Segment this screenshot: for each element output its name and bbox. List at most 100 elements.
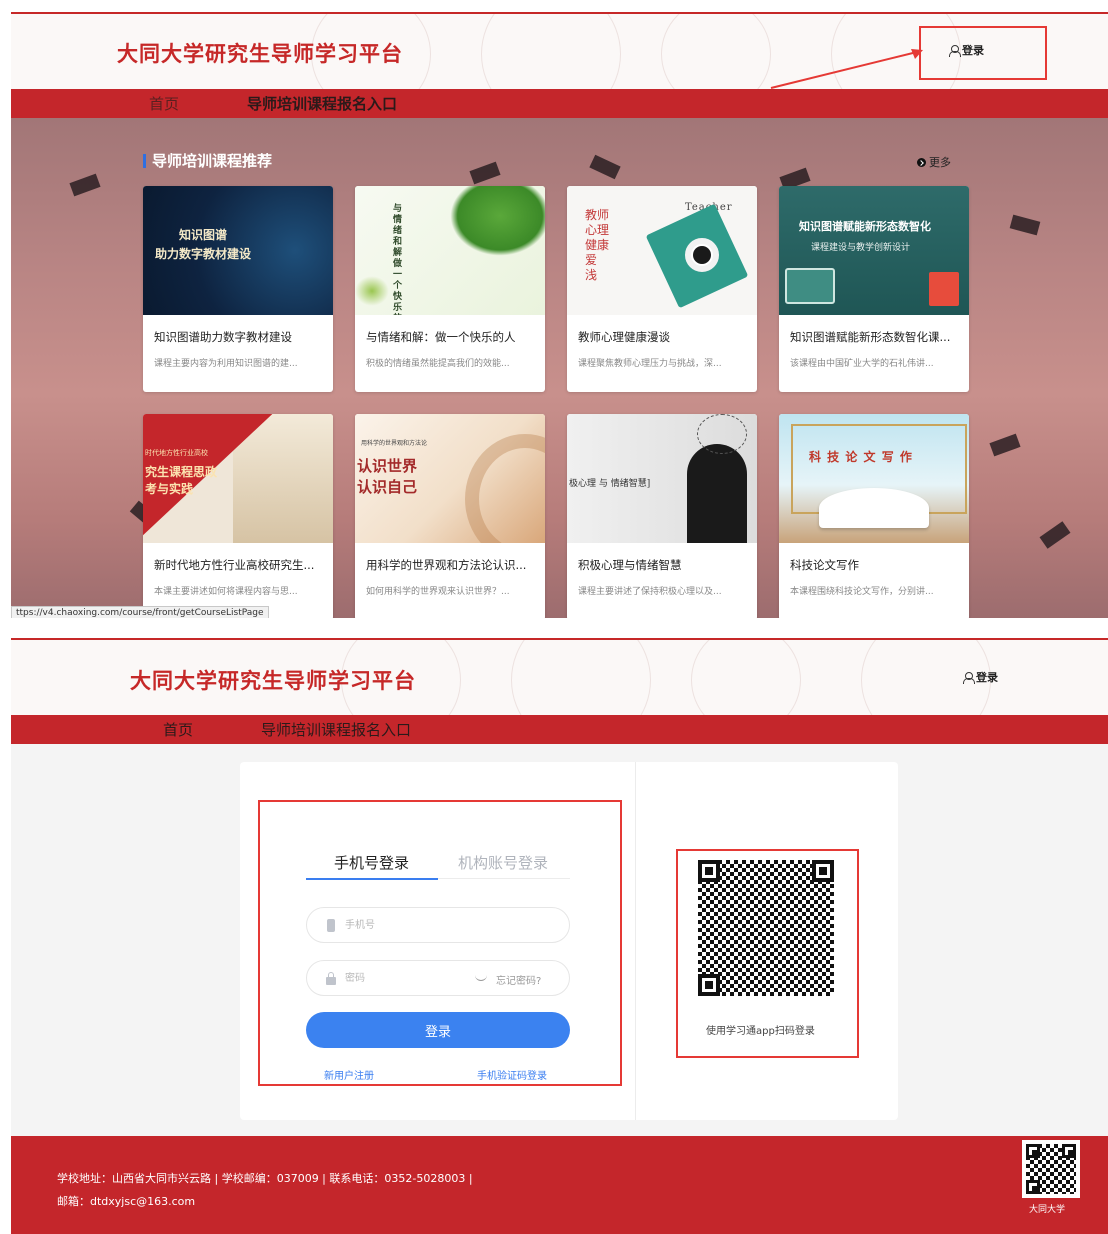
login-link[interactable]: 登录 [963,669,998,685]
course-thumbnail: 知识图谱 助力数字教材建设 [143,186,333,315]
tab-institution-login[interactable]: 机构账号登录 [458,852,548,873]
nav-course-signup[interactable]: 导师培训课程报名入口 [261,719,411,740]
site-header: 大同大学研究生导师学习平台 登录 [11,640,1108,715]
site-title: 大同大学研究生导师学习平台 [117,42,403,66]
course-card[interactable]: Teacher 教师 心理健康 爱 浅 教师心理健康漫谈 课程聚焦教师心理压力与… [567,186,757,392]
section-title-bar [143,153,146,168]
open-book-illustration [819,488,929,528]
course-title: 科技论文写作 [790,558,859,572]
nav-course-signup[interactable]: 导师培训课程报名入口 [247,93,397,114]
qr-finder-pattern [698,974,720,996]
course-card[interactable]: 用科学的世界观和方法论 认识世界 认识自己 用科学的世界观和方法论认识... 如… [355,414,545,618]
thinking-person-illustration [687,444,747,543]
forgot-password-link[interactable]: 忘记密码? [496,972,541,987]
course-title: 新时代地方性行业高校研究生... [154,558,315,572]
user-icon [949,44,961,57]
eye-closed-icon[interactable] [475,975,487,981]
active-tab-indicator [306,878,438,880]
login-qr-code [698,860,834,996]
login-button[interactable]: 登录 [306,1012,570,1048]
arrow-circle-icon [917,157,926,167]
course-description: 课程聚焦教师心理压力与挑战，深... [578,359,722,369]
tangled-thoughts-illustration [697,414,747,454]
graduation-cap-decoration [589,154,621,180]
header-decoration [511,640,651,715]
course-card[interactable]: 知识图谱 助力数字教材建设 知识图谱助力数字教材建设 课程主要内容为利用知识图谱… [143,186,333,392]
course-thumbnail: 极心理 与 情绪智慧] [567,414,757,543]
course-title: 与情绪和解：做一个快乐的人 [366,330,516,344]
tab-divider-line [438,878,570,879]
nav-home[interactable]: 首页 [149,93,179,114]
header-decoration [661,14,771,89]
nav-home[interactable]: 首页 [163,719,193,740]
header-decoration [481,14,621,89]
leaf-illustration [355,276,389,306]
course-thumbnail: 用科学的世界观和方法论 认识世界 认识自己 [355,414,545,543]
course-description: 如何用科学的世界观来认识世界？... [366,587,510,597]
course-description: 课程主要讲述了保持积极心理以及... [578,587,722,597]
panel-divider [635,762,636,1120]
footer-qr-pattern [1026,1144,1076,1194]
login-panel: 手机号登录 机构账号登录 忘记密码? 登录 新用户注册 手机验证码登录 [240,762,898,1120]
password-input[interactable] [345,970,455,986]
graduation-cap-decoration [989,433,1021,457]
leaf-illustration [450,186,545,256]
tab-phone-login[interactable]: 手机号登录 [334,852,409,873]
login-label: 登录 [962,44,984,57]
course-title: 积极心理与情绪智慧 [578,558,682,572]
site-title: 大同大学研究生导师学习平台 [130,669,416,693]
phone-input[interactable] [345,917,485,933]
header-decoration [691,640,801,715]
register-link[interactable]: 新用户注册 [324,1067,374,1082]
main-nav: 首页 导师培训课程报名入口 [11,715,1108,744]
qr-caption: 使用学习通app扫码登录 [706,1026,815,1037]
course-card[interactable]: 知识图谱赋能新形态数智化 课程建设与教学创新设计 知识图谱赋能新形态数智化课..… [779,186,969,392]
laptop-illustration [785,268,835,304]
course-title: 用科学的世界观和方法论认识... [366,558,527,572]
status-bar-url: ttps://v4.chaoxing.com/course/front/getC… [11,606,269,618]
login-page-screenshot: 大同大学研究生导师学习平台 登录 首页 导师培训课程报名入口 手机号登录 机构账… [11,638,1108,1234]
login-link[interactable]: 登录 [949,42,984,58]
footer-contact-info: 学校地址：山西省大同市兴云路 | 学校邮编：037009 | 联系电话：0352… [57,1172,473,1185]
course-description: 课程主要内容为利用知识图谱的建... [154,359,298,369]
site-header: 大同大学研究生导师学习平台 登录 [11,14,1108,89]
coffee-illustration [693,246,711,264]
section-title: 导师培训课程推荐 [143,150,272,171]
main-nav: 首页 导师培训课程报名入口 [11,89,1108,118]
course-section: 导师培训课程推荐 更多 知识图谱 助力数字教材建设 知识图谱助力数字教材建设 课… [11,118,1108,618]
course-description: 积极的情绪虽然能提高我们的效能... [366,359,510,369]
graduation-cap-decoration [69,173,101,197]
course-description: 本课主要讲述如何将课程内容与思... [154,587,298,597]
course-description: 该课程由中国矿业大学的石礼伟讲... [790,359,934,369]
course-title: 知识图谱赋能新形态数智化课... [790,330,951,344]
login-area: 手机号登录 机构账号登录 忘记密码? 登录 新用户注册 手机验证码登录 [11,744,1108,1136]
course-description: 本课程围绕科技论文写作，分别讲... [790,587,934,597]
qr-finder-pattern [812,860,834,882]
course-card[interactable]: 科 技 论 文 写 作 科技论文写作 本课程围绕科技论文写作，分别讲... [779,414,969,618]
footer-qr-code [1022,1140,1080,1198]
course-thumbnail: 与情绪和解 做一个快乐的人 [355,186,545,315]
sms-login-link[interactable]: 手机验证码登录 [477,1067,547,1082]
graduation-cap-decoration [1039,521,1071,549]
course-home-screenshot: 大同大学研究生导师学习平台 登录 首页 导师培训课程报名入口 导师培训课程推荐 … [11,12,1108,618]
qr-finder-pattern [698,860,720,882]
graduation-cap-decoration [469,161,501,185]
site-footer: 学校地址：山西省大同市兴云路 | 学校邮编：037009 | 联系电话：0352… [11,1136,1108,1234]
course-thumbnail: 时代地方性行业高校 究生课程思政 考与实践 [143,414,333,543]
qr-finder-pattern [1026,1144,1040,1158]
course-card[interactable]: 与情绪和解 做一个快乐的人 与情绪和解：做一个快乐的人 积极的情绪虽然能提高我们… [355,186,545,392]
annotation-arrow [770,49,923,89]
more-link[interactable]: 更多 [917,154,951,170]
course-thumbnail: Teacher 教师 心理健康 爱 浅 [567,186,757,315]
course-title: 知识图谱助力数字教材建设 [154,330,292,344]
login-label: 登录 [976,671,998,684]
course-title: 教师心理健康漫谈 [578,330,670,344]
course-card[interactable]: 极心理 与 情绪智慧] 积极心理与情绪智慧 课程主要讲述了保持积极心理以及... [567,414,757,618]
course-card[interactable]: 时代地方性行业高校 究生课程思政 考与实践 新时代地方性行业高校研究生... 本… [143,414,333,618]
swirl-illustration [465,434,545,543]
qr-finder-pattern [1062,1144,1076,1158]
phone-field [306,907,570,943]
course-thumbnail: 科 技 论 文 写 作 [779,414,969,543]
chart-illustration [929,272,959,306]
course-thumbnail: 知识图谱赋能新形态数智化 课程建设与教学创新设计 [779,186,969,315]
